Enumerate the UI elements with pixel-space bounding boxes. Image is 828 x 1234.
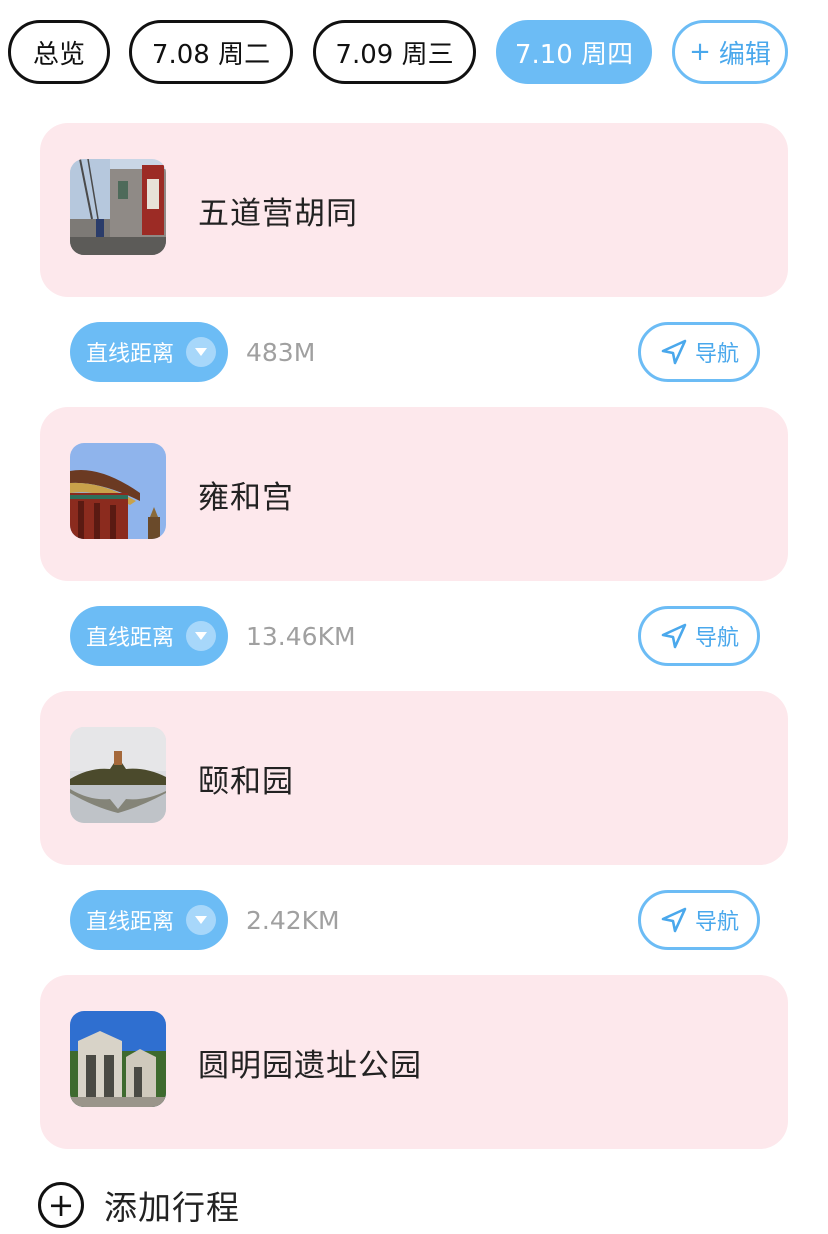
tab-day-0708[interactable]: 7.08 周二	[129, 20, 293, 84]
navigate-label: 导航	[694, 626, 739, 651]
distance-row: 直线距离 2.42KM 导航	[0, 890, 828, 952]
stop-name: 五道营胡同	[198, 195, 358, 232]
tab-label: 7.09 周三	[335, 39, 454, 70]
navigation-arrow-icon	[661, 339, 687, 365]
navigate-label: 导航	[694, 910, 739, 935]
plus-icon: +	[689, 37, 711, 67]
tab-overview[interactable]: 总览	[8, 20, 110, 84]
navigation-arrow-icon	[661, 623, 687, 649]
tab-label: 7.10 周四	[514, 39, 634, 70]
hutong-photo	[70, 159, 166, 255]
tab-day-0710[interactable]: 7.10 周四	[496, 20, 652, 84]
chevron-down-icon	[186, 337, 216, 367]
chevron-down-icon	[186, 905, 216, 935]
distance-row: 直线距离 13.46KM 导航	[0, 606, 828, 668]
temple-photo	[70, 443, 166, 539]
distance-mode-dropdown[interactable]: 直线距离	[70, 890, 228, 950]
add-itinerary-button[interactable]: + 添加行程	[38, 1178, 240, 1232]
stop-name: 颐和园	[198, 763, 294, 800]
navigate-button[interactable]: 导航	[638, 890, 760, 950]
edit-button[interactable]: + 编辑	[672, 20, 788, 84]
itinerary-stop-card[interactable]: 五道营胡同	[40, 123, 788, 297]
distance-mode-label: 直线距离	[86, 342, 175, 367]
plus-circle-icon: +	[38, 1182, 84, 1228]
tab-label: 7.08 周二	[151, 39, 271, 70]
edit-label: 编辑	[718, 39, 771, 70]
add-itinerary-label: 添加行程	[104, 1188, 240, 1227]
distance-value: 13.46KM	[246, 621, 356, 651]
distance-mode-label: 直线距离	[86, 626, 175, 651]
distance-value: 483M	[246, 337, 316, 367]
navigate-button[interactable]: 导航	[638, 606, 760, 666]
distance-mode-label: 直线距离	[86, 910, 175, 935]
summer-palace-photo	[70, 727, 166, 823]
itinerary-stop-card[interactable]: 雍和宫	[40, 407, 788, 581]
ruins-photo	[70, 1011, 166, 1107]
stop-name: 圆明园遗址公园	[198, 1047, 422, 1084]
chevron-down-icon	[186, 621, 216, 651]
tab-day-0709[interactable]: 7.09 周三	[313, 20, 476, 84]
distance-mode-dropdown[interactable]: 直线距离	[70, 606, 228, 666]
navigate-label: 导航	[694, 342, 739, 367]
distance-row: 直线距离 483M 导航	[0, 322, 828, 384]
distance-mode-dropdown[interactable]: 直线距离	[70, 322, 228, 382]
navigation-arrow-icon	[661, 907, 687, 933]
navigate-button[interactable]: 导航	[638, 322, 760, 382]
itinerary-stop-card[interactable]: 颐和园	[40, 691, 788, 865]
stop-name: 雍和宫	[198, 479, 294, 516]
day-tabs: 总览 7.08 周二 7.09 周三 7.10 周四 + 编辑	[0, 20, 828, 86]
distance-value: 2.42KM	[246, 905, 340, 935]
tab-label: 总览	[32, 39, 85, 70]
itinerary-stop-card[interactable]: 圆明园遗址公园	[40, 975, 788, 1149]
